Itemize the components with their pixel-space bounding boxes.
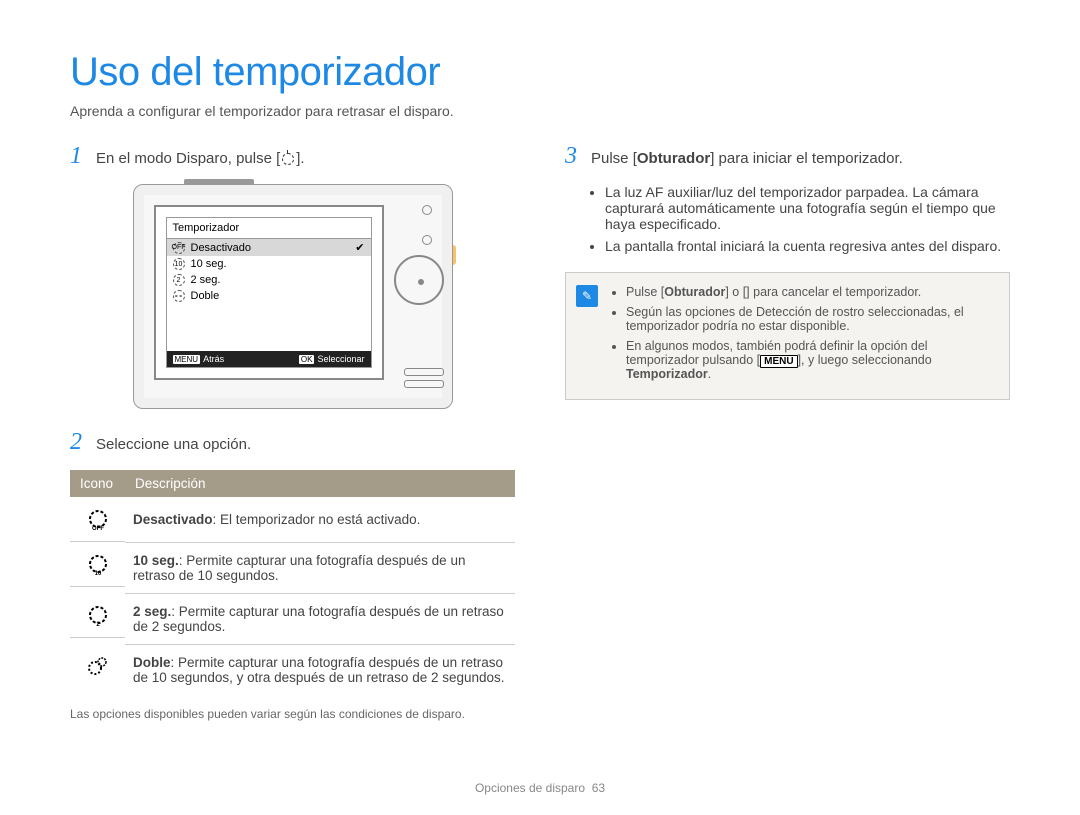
note-icon: ✎ bbox=[576, 285, 598, 307]
step-3-bullets: La luz AF auxiliar/luz del temporizador … bbox=[565, 184, 1010, 254]
note-box: ✎ Pulse [Obturador] o [] para cancelar e… bbox=[565, 272, 1010, 400]
step-3-text-before: Pulse [ bbox=[591, 150, 637, 167]
timer-double-icon bbox=[70, 644, 125, 688]
menu-key-icon: MENU bbox=[760, 355, 797, 368]
step-number: 1 bbox=[70, 143, 96, 170]
timer-button-highlight bbox=[436, 245, 456, 265]
menu-item-off: OFFDesactivado✔ bbox=[167, 239, 371, 256]
menu-header: Temporizador bbox=[167, 218, 371, 239]
timer-icon bbox=[282, 153, 294, 165]
list-item: En algunos modos, también podrá definir … bbox=[626, 339, 997, 381]
menu-footer: MENUAtrás OKSeleccionar bbox=[167, 351, 371, 367]
page-subtitle: Aprenda a configurar el temporizador par… bbox=[70, 103, 1010, 119]
step-1: 1 En el modo Disparo, pulse []. bbox=[70, 143, 515, 170]
step-number: 2 bbox=[70, 429, 96, 456]
options-table: Icono Descripción OFF Desactivado: El te… bbox=[70, 470, 515, 695]
menu-item-10s: 1010 seg. bbox=[167, 256, 371, 272]
step-2-text: Seleccione una opción. bbox=[96, 436, 251, 453]
page-title: Uso del temporizador bbox=[70, 50, 1010, 95]
table-row: 2 2 seg.: Permite capturar una fotografí… bbox=[70, 593, 515, 644]
table-head-desc: Descripción bbox=[125, 470, 515, 497]
camera-illustration: Temporizador OFFDesactivado✔ 1010 seg. 2… bbox=[133, 184, 453, 409]
table-row: OFF Desactivado: El temporizador no está… bbox=[70, 497, 515, 542]
step-1-text-before: En el modo Disparo, pulse [ bbox=[96, 150, 280, 167]
step-2: 2 Seleccione una opción. bbox=[70, 429, 515, 456]
svg-text:OFF: OFF bbox=[92, 526, 104, 531]
table-row: Doble: Permite capturar una fotografía d… bbox=[70, 644, 515, 695]
table-head-icon: Icono bbox=[70, 470, 125, 497]
check-icon: ✔ bbox=[355, 241, 364, 254]
timer-10s-icon: 10 bbox=[70, 542, 125, 587]
list-item: La pantalla frontal iniciará la cuenta r… bbox=[605, 238, 1010, 254]
timer-off-icon: OFF bbox=[70, 497, 125, 542]
timer-2s-icon: 2 bbox=[70, 593, 125, 638]
table-row: 10 10 seg.: Permite capturar una fotogra… bbox=[70, 542, 515, 593]
step-3-bold: Obturador bbox=[637, 150, 710, 167]
menu-item-double: ∘∘Doble bbox=[167, 288, 371, 304]
step-3-text-after: ] para iniciar el temporizador. bbox=[710, 150, 903, 167]
dpad-icon bbox=[394, 255, 444, 305]
step-3: 3 Pulse [Obturador] para iniciar el temp… bbox=[565, 143, 1010, 170]
options-footnote: Las opciones disponibles pueden variar s… bbox=[70, 707, 515, 721]
step-1-text-after: ]. bbox=[296, 150, 304, 167]
list-item: Según las opciones de Detección de rostr… bbox=[626, 305, 997, 333]
page-footer: Opciones de disparo 63 bbox=[0, 781, 1080, 795]
svg-text:10: 10 bbox=[94, 571, 101, 576]
list-item: La luz AF auxiliar/luz del temporizador … bbox=[605, 184, 1010, 232]
step-number: 3 bbox=[565, 143, 591, 170]
menu-item-2s: 22 seg. bbox=[167, 272, 371, 288]
list-item: Pulse [Obturador] o [] para cancelar el … bbox=[626, 285, 997, 299]
